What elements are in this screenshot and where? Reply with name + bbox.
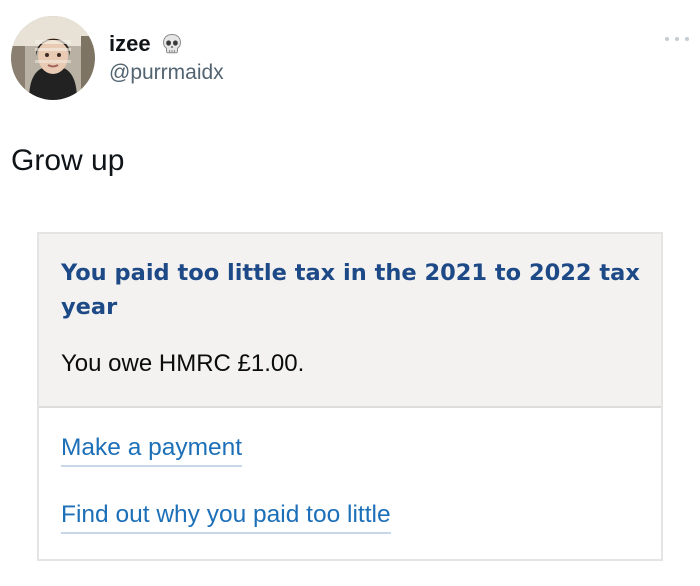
more-options-icon[interactable]	[665, 34, 689, 44]
skull-icon	[161, 33, 183, 55]
more-dot	[665, 37, 669, 41]
tweet-text: Grow up	[11, 144, 125, 177]
notice-links: Make a payment Find out why you paid too…	[39, 408, 661, 534]
more-dot	[675, 37, 679, 41]
notice-heading: You paid too little tax in the 2021 to 2…	[61, 260, 640, 320]
find-out-why-link[interactable]: Find out why you paid too little	[61, 500, 391, 534]
more-dot	[685, 37, 689, 41]
amount-owed-text: You owe HMRC £1.00.	[61, 350, 305, 377]
tweet-screenshot: izee @purrmaidx Grow up You paid too lit…	[0, 0, 700, 586]
avatar-photo	[11, 16, 95, 100]
notice-summary-panel: You paid too little tax in the 2021 to 2…	[39, 234, 661, 408]
avatar[interactable]	[11, 16, 95, 100]
make-payment-link[interactable]: Make a payment	[61, 433, 243, 467]
author-name-row[interactable]: izee	[109, 31, 183, 57]
user-handle[interactable]: @purrmaidx	[109, 60, 224, 86]
display-name[interactable]: izee	[109, 31, 151, 57]
hmrc-notice-card: You paid too little tax in the 2021 to 2…	[37, 232, 663, 561]
